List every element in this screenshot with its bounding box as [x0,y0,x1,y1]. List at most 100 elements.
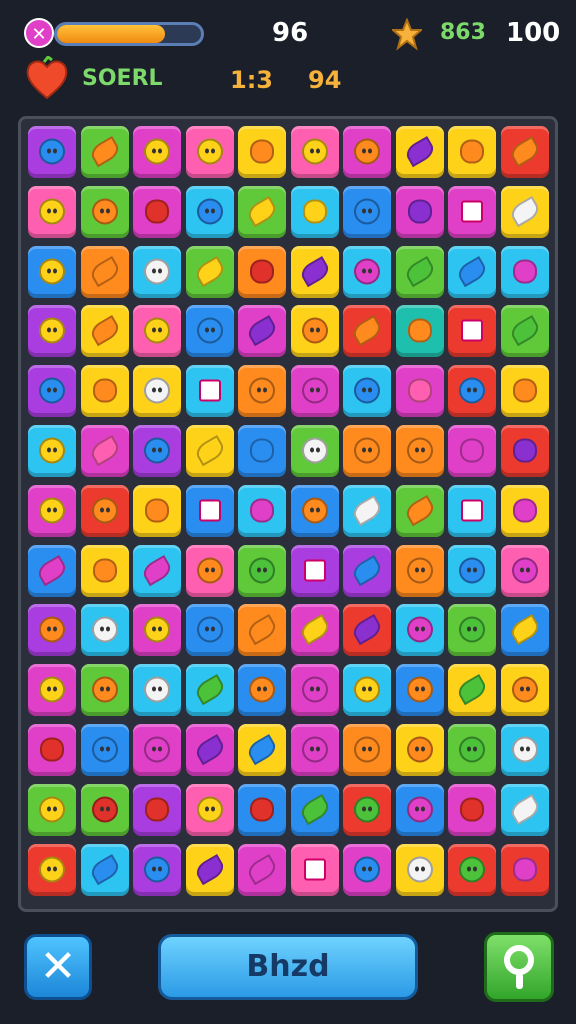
tile[interactable] [133,664,181,717]
tile[interactable] [80,245,129,298]
tile[interactable] [185,604,234,657]
tile[interactable] [343,724,391,776]
tile[interactable] [238,126,286,178]
tile[interactable] [448,305,496,358]
tile[interactable] [133,843,181,896]
tile[interactable] [448,843,496,896]
tile[interactable] [290,484,339,537]
tile[interactable] [290,365,339,418]
tile[interactable] [500,484,549,537]
tile[interactable] [395,126,444,178]
tile[interactable] [290,724,339,776]
tile[interactable] [290,604,339,657]
tile[interactable] [343,245,391,298]
close-icon[interactable]: ✕ [24,18,54,48]
tile[interactable] [395,245,444,298]
tile[interactable] [80,425,129,477]
tile[interactable] [395,305,444,358]
tile[interactable] [290,425,339,477]
tile[interactable] [395,484,444,537]
tile[interactable] [395,783,444,836]
tile[interactable] [290,185,339,238]
tile[interactable] [238,365,286,418]
tile[interactable] [238,783,286,836]
tile[interactable] [133,484,181,537]
tile[interactable] [448,126,496,178]
tile[interactable] [80,783,129,836]
tile[interactable] [343,544,391,597]
tile[interactable] [133,185,181,238]
tile[interactable] [343,604,391,657]
tile[interactable] [28,126,76,178]
tile[interactable] [238,604,286,657]
tile[interactable] [343,365,391,418]
tile[interactable] [80,843,129,896]
tile[interactable] [133,126,181,178]
tile[interactable] [343,126,391,178]
tile[interactable] [133,365,181,418]
tile[interactable] [185,305,234,358]
tile[interactable] [133,724,181,776]
tile[interactable] [238,484,286,537]
tile[interactable] [343,484,391,537]
tile[interactable] [28,185,76,238]
tile[interactable] [185,544,234,597]
tile[interactable] [500,185,549,238]
tile[interactable] [500,604,549,657]
tile[interactable] [290,245,339,298]
tile[interactable] [185,126,234,178]
tile[interactable] [500,843,549,896]
tile[interactable] [80,604,129,657]
tile[interactable] [395,185,444,238]
tile[interactable] [185,783,234,836]
tile[interactable] [185,365,234,418]
tile[interactable] [185,664,234,717]
tile[interactable] [238,305,286,358]
tile[interactable] [343,843,391,896]
tile[interactable] [238,724,286,776]
main-action-button[interactable]: Bhzd [158,934,418,1000]
tile[interactable] [448,664,496,717]
tile[interactable] [80,484,129,537]
tile[interactable] [448,185,496,238]
tile[interactable] [500,783,549,836]
tile[interactable] [290,843,339,896]
tile[interactable] [28,425,76,477]
tile[interactable] [500,305,549,358]
tile[interactable] [28,604,76,657]
tile[interactable] [448,544,496,597]
tile[interactable] [500,365,549,418]
tile[interactable] [290,544,339,597]
tile[interactable] [28,365,76,418]
tile[interactable] [238,425,286,477]
tile[interactable] [28,544,76,597]
tile[interactable] [448,604,496,657]
tile[interactable] [395,425,444,477]
tile[interactable] [500,664,549,717]
tile[interactable] [185,425,234,477]
tile[interactable] [448,724,496,776]
tile[interactable] [343,783,391,836]
tile[interactable] [395,604,444,657]
tile[interactable] [185,724,234,776]
tile[interactable] [80,185,129,238]
tile[interactable] [343,664,391,717]
tile[interactable] [395,724,444,776]
tile[interactable] [290,664,339,717]
tile[interactable] [238,544,286,597]
tile[interactable] [133,783,181,836]
tile[interactable] [80,305,129,358]
close-button[interactable]: ✕ [24,934,92,1000]
tile[interactable] [500,544,549,597]
tile[interactable] [395,664,444,717]
tile[interactable] [500,126,549,178]
tile[interactable] [238,245,286,298]
tile[interactable] [343,185,391,238]
tile[interactable] [238,664,286,717]
tile[interactable] [290,305,339,358]
tile[interactable] [133,425,181,477]
tile[interactable] [28,724,76,776]
tile[interactable] [80,126,129,178]
tile[interactable] [448,245,496,298]
tile[interactable] [395,365,444,418]
